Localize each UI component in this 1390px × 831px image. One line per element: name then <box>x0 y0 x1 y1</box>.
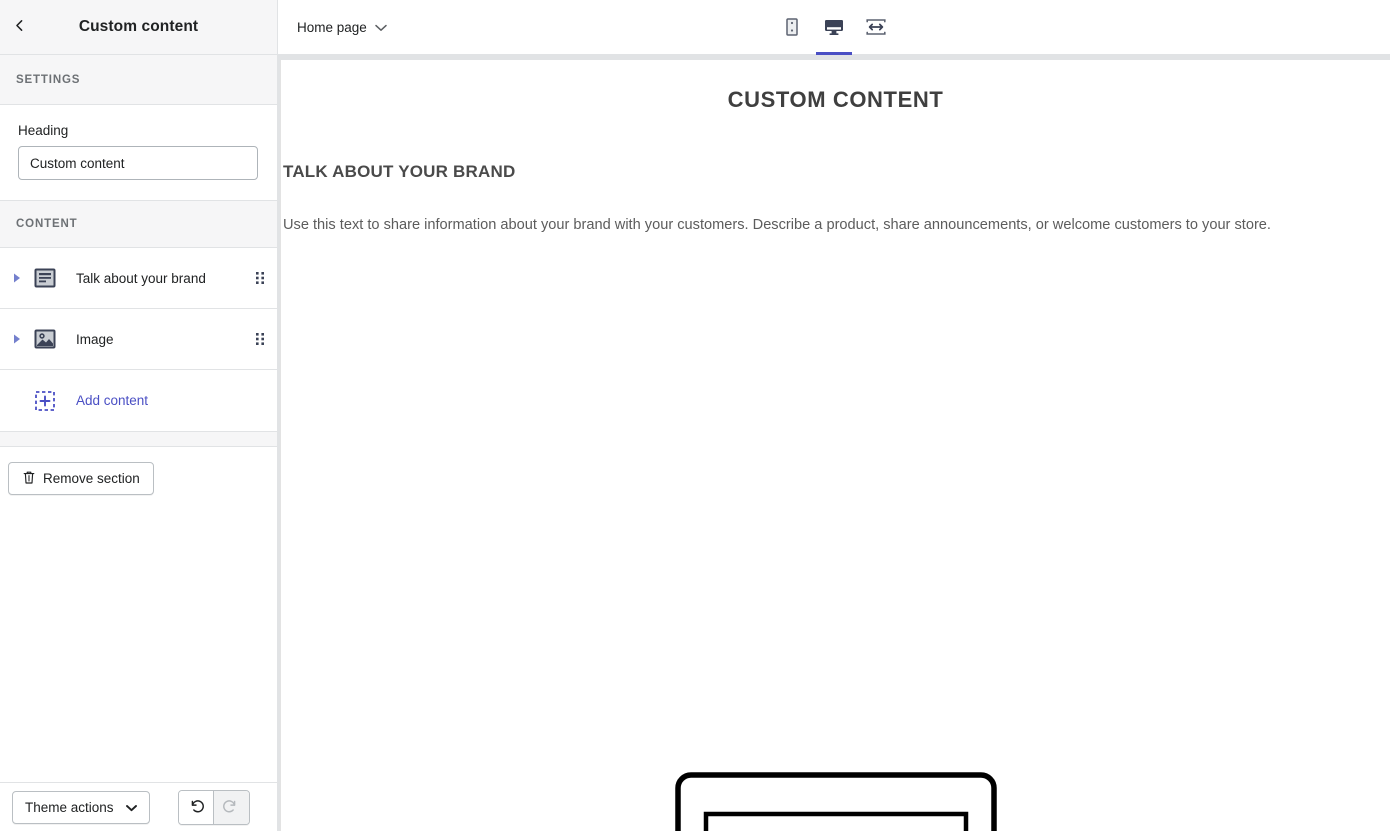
preview-subheading: TALK ABOUT YOUR BRAND <box>283 162 516 181</box>
settings-body: Heading <box>0 105 277 201</box>
panel-title: Custom content <box>78 18 199 35</box>
page-selector-button[interactable]: Home page <box>288 14 396 41</box>
content-block-talk-about-your-brand[interactable]: Talk about your brand <box>0 248 277 310</box>
content-label-text: CONTENT <box>16 218 78 231</box>
chevron-left-icon <box>11 17 28 37</box>
editor-topbar: Home page <box>278 0 1390 55</box>
remove-section-button[interactable]: Remove section <box>8 462 154 496</box>
add-content-label: Add content <box>76 393 149 409</box>
image-icon <box>26 328 64 350</box>
preview-body-text: Use this text to share information about… <box>283 217 1271 233</box>
sidebar-header: Custom content <box>0 0 277 55</box>
main-area: Home page CUSTOM CONTENT TALK ABOUT YOUR… <box>278 0 1390 831</box>
theme-actions-label: Theme actions <box>25 799 114 815</box>
redo-button <box>213 790 249 824</box>
back-button[interactable] <box>2 10 36 44</box>
content-block-list: Talk about your brand Image Add content <box>0 248 277 432</box>
settings-section-label: SETTINGS <box>0 55 277 105</box>
page-selector-label: Home page <box>297 19 367 35</box>
chevron-down-icon <box>375 20 387 35</box>
add-dashed-plus-icon <box>26 390 64 411</box>
settings-sidebar: Custom content SETTINGS Heading CONTENT <box>0 0 278 831</box>
sidebar-footer: Theme actions <box>0 782 277 831</box>
settings-label-text: SETTINGS <box>16 73 81 86</box>
image-placeholder-icon <box>674 772 997 831</box>
trash-icon <box>22 470 36 488</box>
drag-handle-icon[interactable] <box>243 332 277 346</box>
undo-redo-group <box>177 789 250 825</box>
device-full-width-button[interactable] <box>858 8 894 55</box>
triangle-right-icon[interactable] <box>0 334 26 344</box>
triangle-right-icon[interactable] <box>0 273 26 283</box>
heading-field-label: Heading <box>18 123 69 138</box>
add-content-button[interactable]: Add content <box>0 370 277 432</box>
drag-handle-icon[interactable] <box>243 271 277 285</box>
chevron-down-icon <box>125 800 137 815</box>
redo-icon <box>222 797 240 818</box>
storefront-preview[interactable]: CUSTOM CONTENT TALK ABOUT YOUR BRAND Use… <box>280 60 1390 831</box>
content-block-image[interactable]: Image <box>0 309 277 371</box>
mobile-icon <box>783 17 801 40</box>
remove-section-area: Remove section <box>0 447 277 782</box>
text-block-icon <box>26 267 64 289</box>
content-block-label: Image <box>76 331 114 347</box>
device-mobile-button[interactable] <box>774 8 810 55</box>
desktop-icon <box>823 17 845 40</box>
undo-button[interactable] <box>178 790 214 824</box>
device-desktop-button[interactable] <box>816 8 852 55</box>
content-block-label: Talk about your brand <box>76 270 206 286</box>
heading-input[interactable] <box>18 146 258 181</box>
full-width-icon <box>865 17 887 40</box>
remove-section-label: Remove section <box>43 471 140 487</box>
content-section-label: CONTENT <box>0 200 277 249</box>
preview-viewport: CUSTOM CONTENT TALK ABOUT YOUR BRAND Use… <box>278 55 1390 831</box>
device-preview-switcher <box>278 0 1390 55</box>
section-divider <box>0 431 277 448</box>
theme-editor: Custom content SETTINGS Heading CONTENT <box>0 0 1390 831</box>
preview-section-title: CUSTOM CONTENT <box>727 87 944 112</box>
undo-icon <box>187 797 205 818</box>
theme-actions-button[interactable]: Theme actions <box>12 790 150 824</box>
